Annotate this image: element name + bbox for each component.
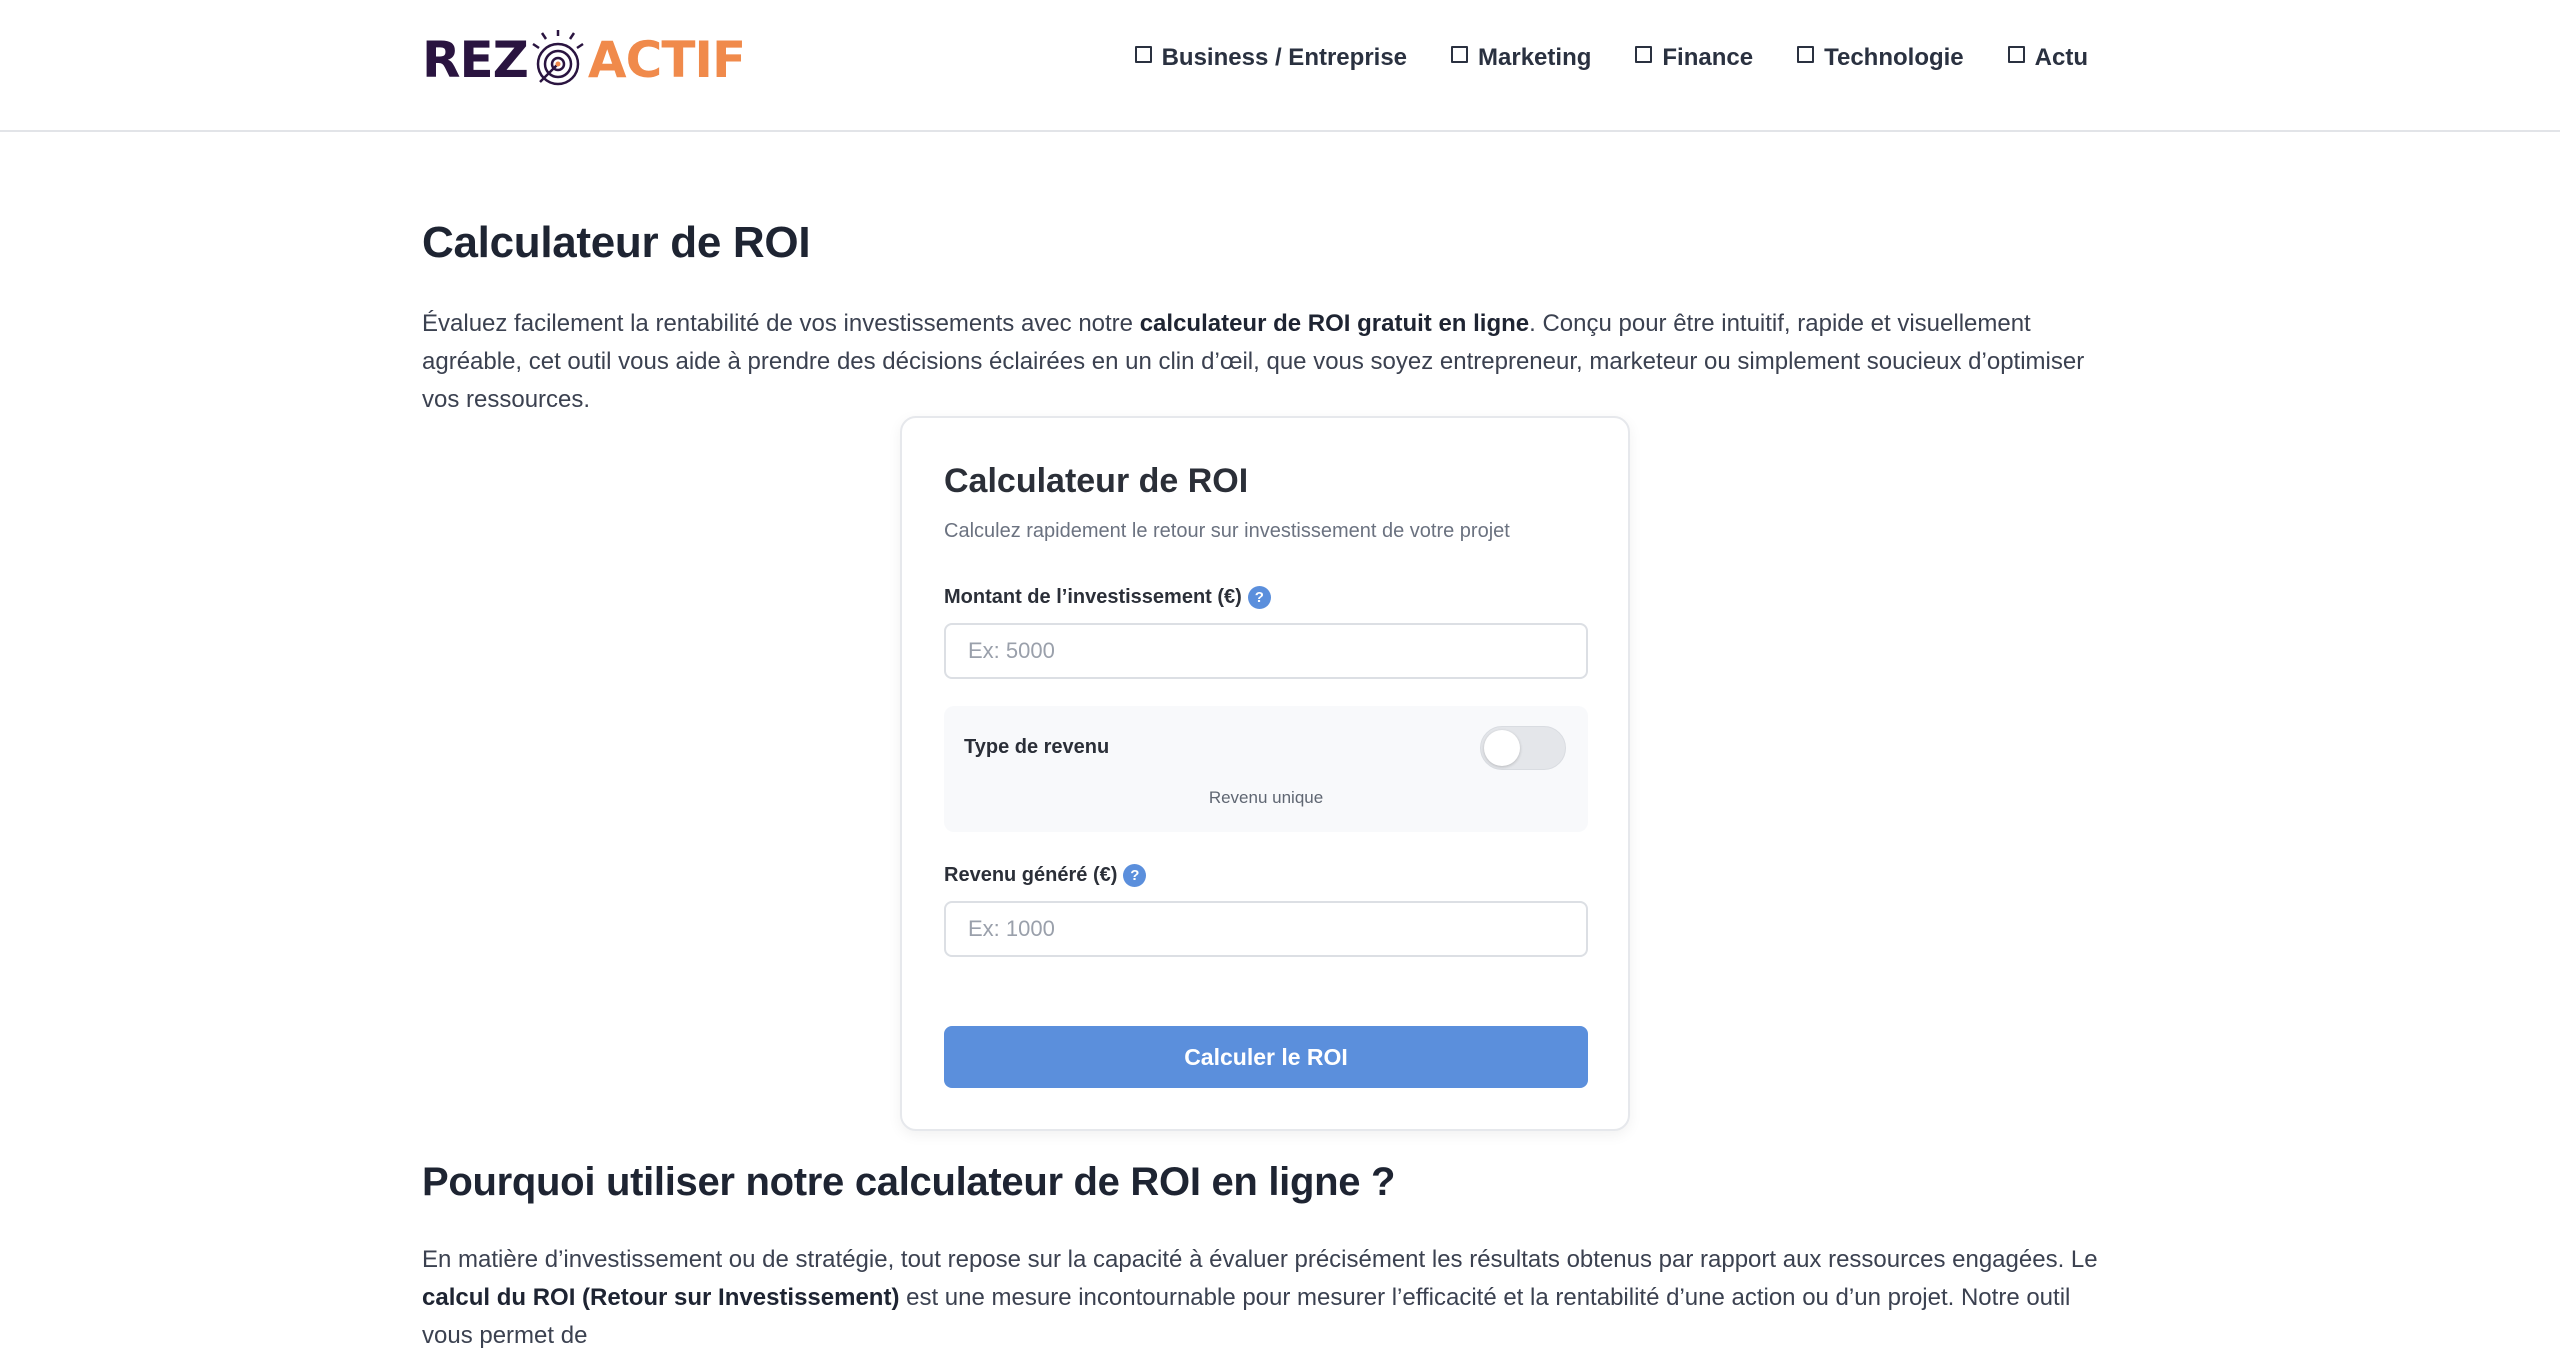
toggle-knob	[1484, 730, 1520, 766]
nav-item-finance[interactable]: Finance	[1635, 44, 1753, 72]
intro-paragraph: Évaluez facilement la rentabilité de vos…	[422, 305, 2102, 419]
nav-item-technologie[interactable]: Technologie	[1797, 44, 1964, 72]
target-icon	[532, 30, 584, 86]
nav-item-business[interactable]: Business / Entreprise	[1134, 44, 1408, 72]
calculator-subtitle: Calculez rapidement le retour sur invest…	[944, 520, 1510, 542]
section-bold-text: calcul du ROI (Retour sur Investissement…	[422, 1284, 900, 1311]
calculate-roi-button[interactable]: Calculer le ROI	[944, 1026, 1588, 1088]
main-nav: Business / Entreprise Marketing Finance …	[1134, 44, 2088, 72]
investment-label: Montant de l’investissement (€) ?	[944, 586, 1271, 609]
revenue-type-state: Revenu unique	[1208, 788, 1324, 807]
square-icon	[1635, 45, 1653, 63]
section-text: En matière d’investissement ou de straté…	[422, 1246, 2098, 1273]
nav-item-label: Marketing	[1478, 44, 1592, 71]
site-logo[interactable]: REZ ACTIF	[422, 28, 746, 92]
help-icon[interactable]: ?	[1247, 586, 1271, 609]
revenue-type-panel: Type de revenu Revenu unique	[944, 706, 1588, 832]
revenue-input[interactable]	[944, 901, 1588, 957]
revenue-label-text: Revenu généré (€)	[944, 864, 1118, 886]
revenue-label: Revenu généré (€) ?	[944, 864, 1147, 887]
site-header: REZ ACTIF Business / Entreprise Marketin…	[0, 0, 2560, 132]
logo-text-rez: REZ	[422, 31, 529, 89]
nav-item-label: Actu	[2034, 44, 2088, 71]
square-icon	[1134, 45, 1152, 63]
page-title: Calculateur de ROI	[422, 218, 811, 267]
square-icon	[2007, 45, 2025, 63]
intro-bold-text: calculateur de ROI gratuit en ligne	[1139, 310, 1530, 337]
roi-calculator-card: Calculateur de ROI Calculez rapidement l…	[900, 416, 1630, 1131]
investment-label-text: Montant de l’investissement (€)	[944, 586, 1242, 608]
section-paragraph: En matière d’investissement ou de straté…	[422, 1241, 2102, 1355]
investment-input[interactable]	[944, 623, 1588, 679]
nav-item-label: Finance	[1662, 44, 1754, 71]
revenue-type-toggle[interactable]	[1480, 726, 1566, 770]
nav-item-marketing[interactable]: Marketing	[1451, 44, 1591, 72]
nav-item-actu[interactable]: Actu	[2007, 44, 2088, 72]
nav-item-label: Business / Entreprise	[1161, 44, 1408, 71]
square-icon	[1451, 45, 1469, 63]
revenue-type-label: Type de revenu	[964, 736, 1110, 758]
logo-text-actif: ACTIF	[587, 31, 746, 89]
intro-text: Évaluez facilement la rentabilité de vos…	[422, 310, 1140, 337]
section-title: Pourquoi utiliser notre calculateur de R…	[422, 1160, 1396, 1204]
nav-item-label: Technologie	[1824, 44, 1964, 71]
help-icon[interactable]: ?	[1123, 864, 1147, 887]
calculator-title: Calculateur de ROI	[944, 462, 1249, 500]
square-icon	[1797, 45, 1815, 63]
